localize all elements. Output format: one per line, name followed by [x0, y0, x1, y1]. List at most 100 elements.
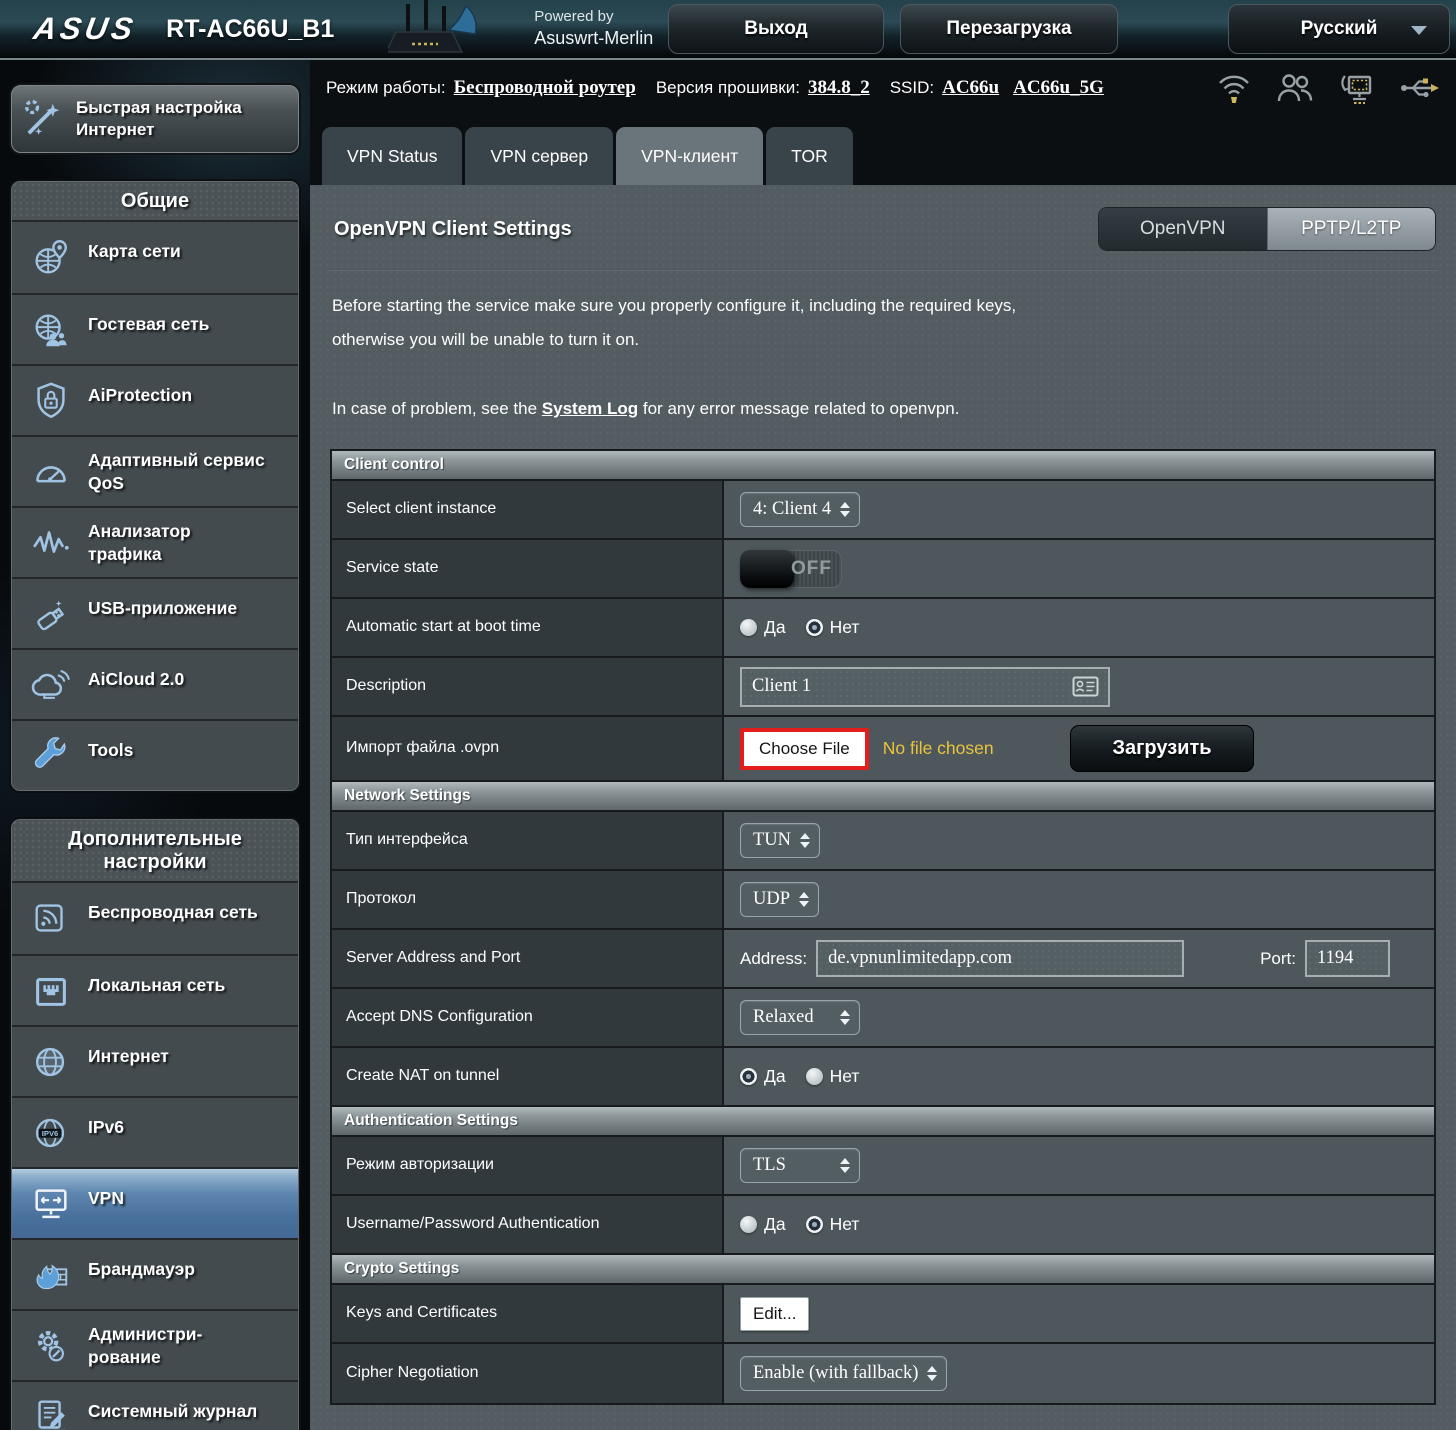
- tab-bar: VPN Status VPN сервер VPN-клиент TOR: [310, 115, 1456, 185]
- status-infobar: Режим работы: Беспроводной роутер Версия…: [310, 60, 1456, 115]
- sidebar-item-lan[interactable]: Локальная сеть: [12, 954, 298, 1025]
- section-header-network: Network Settings: [332, 782, 1434, 812]
- tab-tor[interactable]: TOR: [766, 127, 853, 185]
- server-port-input[interactable]: 1194: [1305, 940, 1390, 977]
- autostart-yes-radio[interactable]: [740, 619, 757, 636]
- screen-share-icon[interactable]: [1338, 70, 1376, 106]
- interface-type-select[interactable]: TUN: [740, 823, 820, 858]
- upload-button[interactable]: Загрузить: [1070, 725, 1254, 772]
- sidebar-item-system-log[interactable]: Системный журнал: [12, 1380, 298, 1430]
- tab-vpn-client[interactable]: VPN-клиент: [616, 127, 763, 185]
- row-service-state: Service state OFF: [332, 540, 1434, 599]
- usb-icon[interactable]: [1400, 73, 1440, 103]
- protocol-select[interactable]: UDP: [740, 882, 819, 917]
- reboot-button[interactable]: Перезагрузка: [900, 4, 1118, 54]
- select-spinner-icon: [927, 1366, 937, 1381]
- title-divider: [328, 269, 1438, 271]
- firmware-label: Версия прошивки:: [656, 78, 800, 98]
- logout-button[interactable]: Выход: [668, 4, 884, 54]
- cipher-negotiation-select[interactable]: Enable (with fallback): [740, 1356, 947, 1391]
- server-address-input[interactable]: de.vpnunlimitedapp.com: [816, 940, 1184, 977]
- toggle-knob: [740, 550, 794, 588]
- content-panel: OpenVPN Client Settings OpenVPN PPTP/L2T…: [310, 185, 1456, 1430]
- page-title: OpenVPN Client Settings: [334, 218, 572, 241]
- userpass-no-radio[interactable]: [806, 1216, 823, 1233]
- network-map-icon: [26, 234, 76, 280]
- nat-no-radio[interactable]: [806, 1068, 823, 1085]
- shield-lock-icon: [26, 378, 76, 424]
- sidebar-item-tools[interactable]: Tools: [12, 719, 298, 790]
- gear-icon: [26, 1323, 76, 1369]
- wrench-icon: [26, 733, 76, 779]
- port-label: Port:: [1260, 949, 1296, 969]
- section-header-client-control: Client control: [332, 451, 1434, 481]
- asus-logo: ASUS: [31, 11, 139, 47]
- sidebar-item-firewall[interactable]: Брандмауэр: [12, 1238, 298, 1309]
- select-spinner-icon: [840, 1010, 850, 1025]
- service-state-toggle[interactable]: OFF: [740, 550, 842, 588]
- powered-by: Powered by Asuswrt-Merlin: [534, 8, 653, 49]
- description-input[interactable]: Client 1: [740, 667, 1110, 707]
- accept-dns-select[interactable]: Relaxed: [740, 1000, 860, 1035]
- chevron-down-icon: [1411, 26, 1427, 35]
- magic-wand-icon: [18, 95, 68, 143]
- quick-setup-label: Быстрая настройка Интернет: [76, 97, 242, 141]
- row-protocol: Протокол UDP: [332, 871, 1434, 930]
- autostart-no-radio[interactable]: [806, 619, 823, 636]
- sidebar-item-ipv6[interactable]: IPV6 IPv6: [12, 1096, 298, 1167]
- sidebar-item-aicloud[interactable]: AiCloud 2.0: [12, 648, 298, 719]
- edit-keys-button[interactable]: Edit...: [740, 1297, 809, 1331]
- sidebar-item-aiprotection[interactable]: AiProtection: [12, 364, 298, 435]
- svg-text:IPV6: IPV6: [42, 1129, 59, 1138]
- ssid-5g-link[interactable]: AC66u_5G: [1013, 77, 1104, 99]
- top-banner: ASUS RT-AC66U_B1 Powered by Asuswrt-Merl…: [0, 0, 1456, 60]
- sidebar-item-administration[interactable]: Администри- рование: [12, 1309, 298, 1380]
- userpass-yes-radio[interactable]: [740, 1216, 757, 1233]
- select-spinner-icon: [800, 833, 810, 848]
- operation-mode-link[interactable]: Беспроводной роутер: [454, 77, 636, 99]
- main-column: Режим работы: Беспроводной роутер Версия…: [310, 60, 1456, 1430]
- ethernet-port-icon: [26, 968, 76, 1014]
- language-select[interactable]: Русский: [1228, 4, 1450, 54]
- firewall-flame-icon: [26, 1252, 76, 1298]
- usb-drive-icon: [26, 591, 76, 637]
- sidebar-item-qos[interactable]: Адаптивный сервис QoS: [12, 435, 298, 506]
- pptp-l2tp-type-button[interactable]: PPTP/L2TP: [1267, 208, 1436, 250]
- sidebar-item-traffic-analyzer[interactable]: Анализатор трафика: [12, 506, 298, 577]
- gauge-icon: [26, 449, 76, 495]
- sidebar-item-wan[interactable]: Интернет: [12, 1025, 298, 1096]
- openvpn-type-button[interactable]: OpenVPN: [1099, 208, 1267, 250]
- sidebar-item-usb-application[interactable]: USB-приложение: [12, 577, 298, 648]
- ssid-label: SSID:: [890, 78, 934, 98]
- wifi-icon[interactable]: [1216, 71, 1252, 105]
- ssid-2g-link[interactable]: AC66u: [942, 77, 999, 99]
- row-server-address-port: Server Address and Port Address: de.vpnu…: [332, 930, 1434, 989]
- firmware-version-link[interactable]: 384.8_2: [808, 77, 870, 99]
- sidebar: Быстрая настройка Интернет Общие Карта с…: [0, 60, 310, 1430]
- choose-file-button[interactable]: Choose File: [740, 728, 869, 770]
- waveform-icon: [26, 520, 76, 566]
- tab-vpn-status[interactable]: VPN Status: [322, 127, 462, 185]
- sidebar-item-vpn[interactable]: VPN: [12, 1167, 298, 1238]
- system-log-link[interactable]: System Log: [542, 399, 638, 418]
- sidebar-item-guest-network[interactable]: Гостевая сеть: [12, 293, 298, 364]
- intro-text: Before starting the service make sure yo…: [332, 289, 1434, 357]
- router-image: [388, 0, 503, 58]
- tab-vpn-server[interactable]: VPN сервер: [465, 127, 613, 185]
- nat-yes-radio[interactable]: [740, 1068, 757, 1085]
- cloud-icon: [26, 662, 76, 708]
- sidebar-item-wireless[interactable]: Беспроводная сеть: [12, 883, 298, 954]
- general-group-header: Общие: [12, 182, 298, 222]
- client-instance-select[interactable]: 4: Client 4: [740, 492, 860, 527]
- auth-mode-select[interactable]: TLS: [740, 1148, 860, 1183]
- sidebar-item-network-map[interactable]: Карта сети: [12, 222, 298, 293]
- globe-icon: [26, 1039, 76, 1085]
- advanced-group-header: Дополнительные настройки: [12, 820, 298, 883]
- clients-icon[interactable]: [1276, 71, 1314, 105]
- row-keys-certificates: Keys and Certificates Edit...: [332, 1285, 1434, 1344]
- address-label: Address:: [740, 949, 807, 969]
- row-accept-dns: Accept DNS Configuration Relaxed: [332, 989, 1434, 1048]
- sidebar-group-general: Общие Карта сети: [11, 181, 299, 791]
- quick-setup-button[interactable]: Быстрая настройка Интернет: [11, 85, 299, 153]
- row-auth-mode: Режим авторизации TLS: [332, 1137, 1434, 1196]
